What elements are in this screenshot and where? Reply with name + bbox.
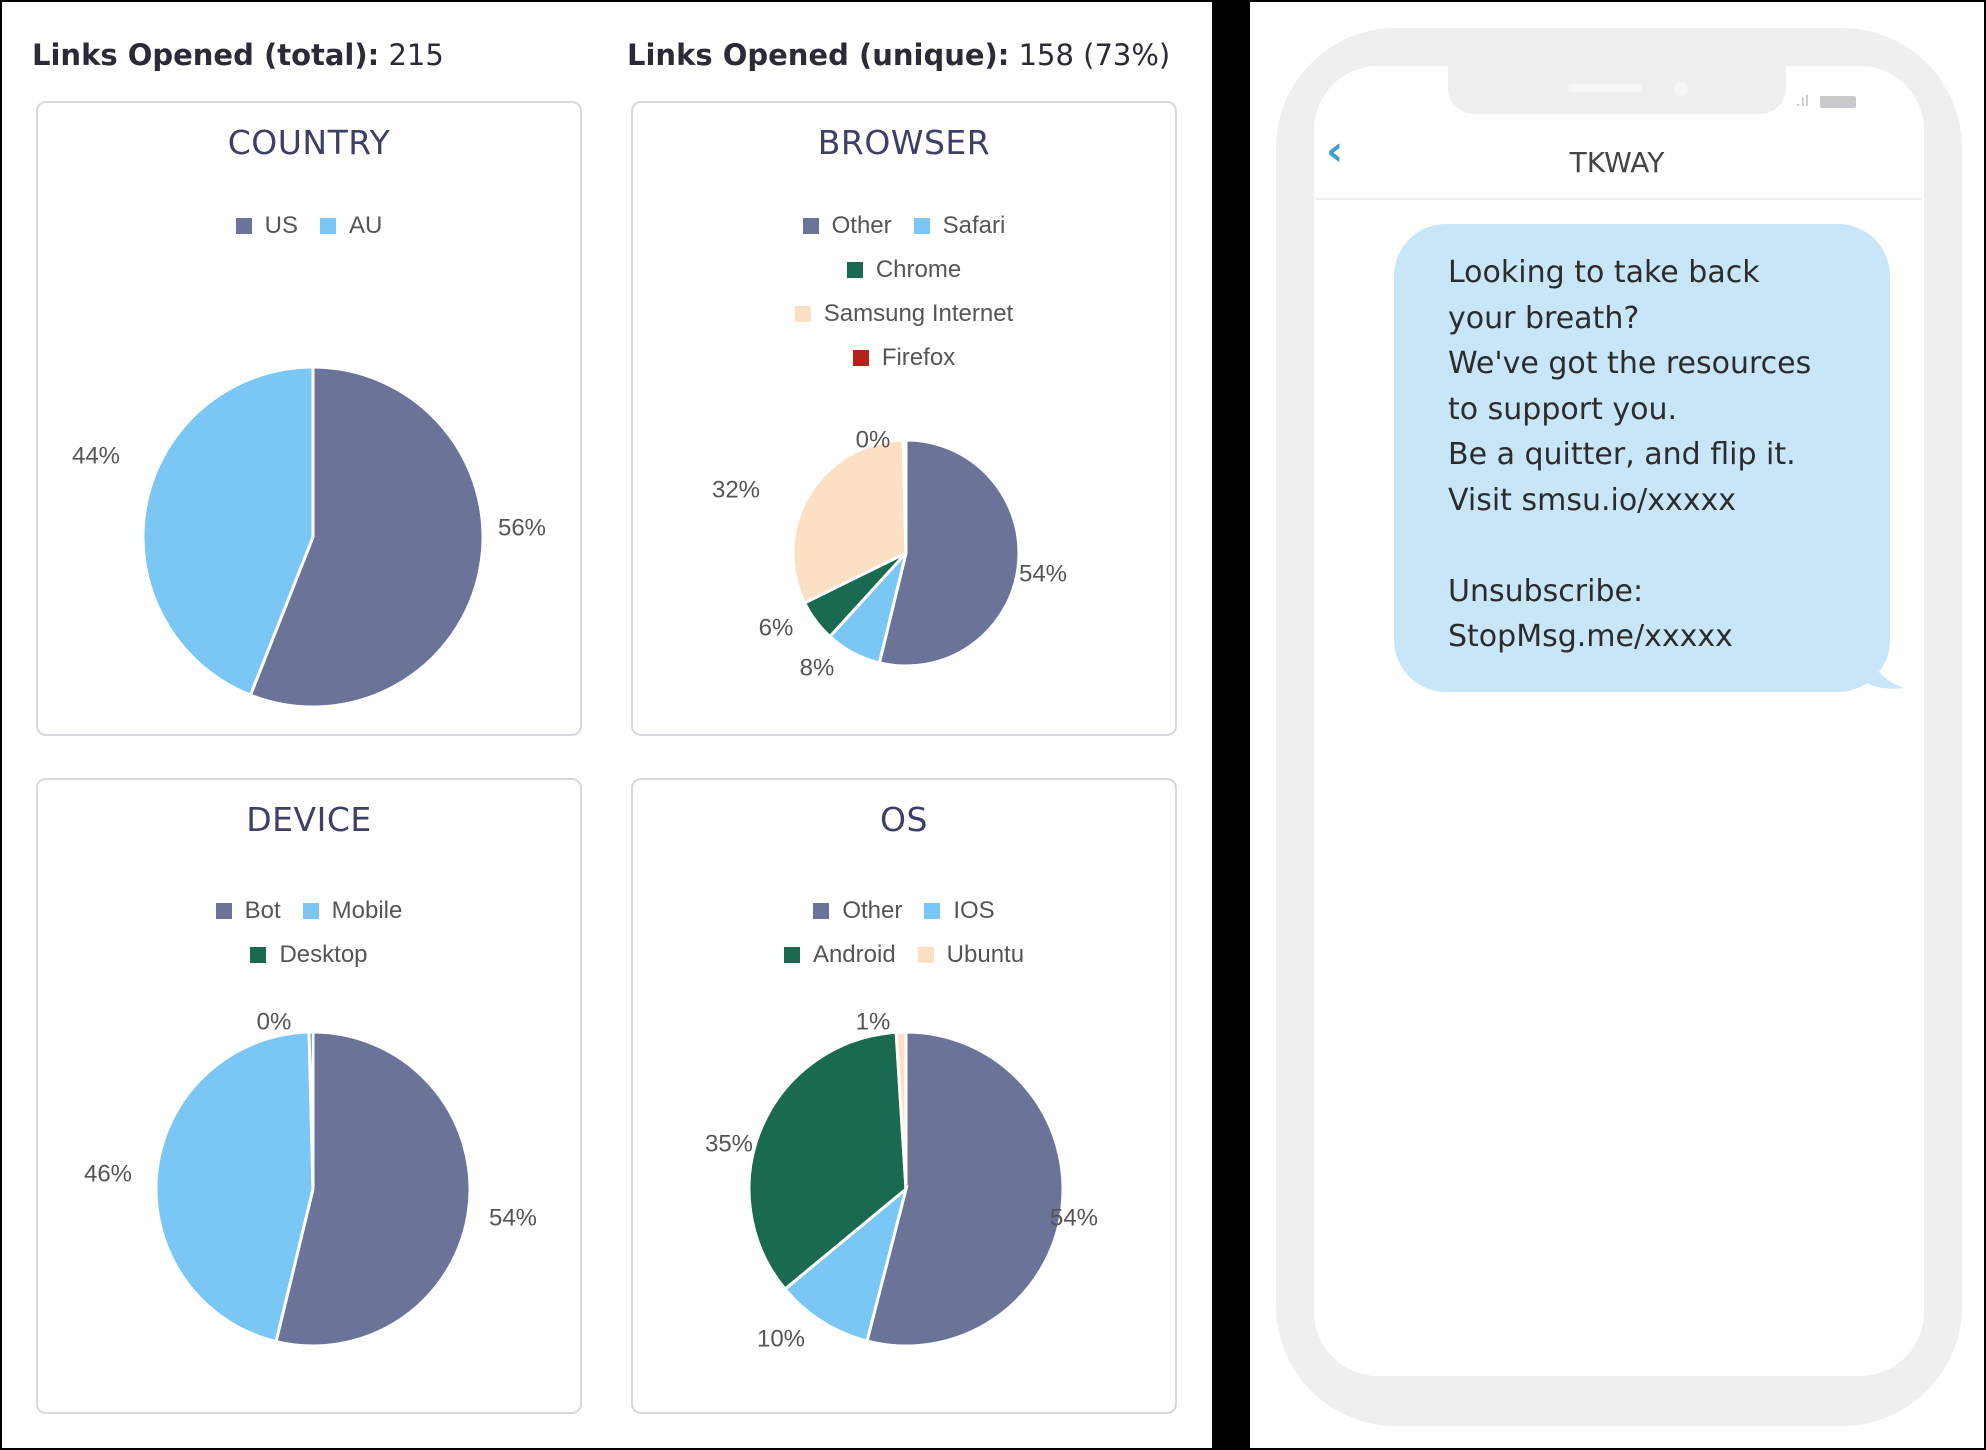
data-label-other: 54%: [1050, 1204, 1098, 1231]
data-label-au: 44%: [72, 442, 120, 469]
os-card: OS Other IOS Android Ubuntu 54% 10% 35% 1%: [631, 778, 1177, 1414]
speaker-grille: [1568, 84, 1642, 92]
data-label-safari: 8%: [800, 654, 835, 681]
data-label-samsung-internet: 32%: [712, 476, 760, 503]
battery-icon: [1819, 95, 1856, 108]
data-label-desktop: 0%: [257, 1008, 292, 1035]
message-text: Looking to take back your breath? We've …: [1448, 255, 1812, 654]
pie-chart: 54% 8%6% 32% 0%: [712, 426, 1067, 681]
unique-value: 158 (73%): [1018, 38, 1171, 72]
phone-panel: .ıl ‹ TKWAY Looking to take back your br…: [1250, 2, 1984, 1448]
pie-chart: 56% 44%: [72, 365, 546, 709]
contact-name: TKWAY: [1569, 146, 1665, 179]
analytics-panel: Links Opened (total): 215 Links Opened (…: [2, 2, 1212, 1448]
signal-icon: .ıl: [1796, 92, 1810, 110]
country-card: COUNTRY US AU 56% 44%: [36, 101, 582, 736]
data-label-ios: 10%: [757, 1325, 805, 1352]
data-label-mobile: 46%: [84, 1160, 132, 1187]
front-camera: [1674, 82, 1688, 96]
links-opened-unique: Links Opened (unique): 158 (73%): [627, 38, 1170, 72]
total-value: 215: [388, 38, 444, 72]
unique-label: Links Opened (unique):: [627, 38, 1010, 72]
data-label-chrome: 6%: [759, 614, 794, 641]
device-card: DEVICE Bot Mobile Desktop 54% 46% 0%: [36, 778, 582, 1414]
total-label: Links Opened (total):: [32, 38, 380, 72]
data-label-firefox: 0%: [856, 426, 891, 453]
data-label-bot: 54%: [489, 1204, 537, 1231]
pie-chart: 54% 46% 0%: [84, 1008, 537, 1348]
data-label-other: 54%: [1019, 560, 1067, 587]
browser-card: BROWSER Other Safari Chrome Samsung Interne…: [631, 101, 1177, 736]
data-label-us: 56%: [498, 514, 546, 541]
pie-chart: 54% 10% 35% 1%: [705, 1008, 1098, 1352]
data-label-android: 35%: [705, 1130, 753, 1157]
header-divider: [1316, 198, 1922, 200]
data-label-ubuntu: 1%: [856, 1008, 891, 1035]
status-bar-icons: .ıl: [1796, 92, 1856, 110]
links-opened-total: Links Opened (total): 215: [32, 38, 444, 72]
